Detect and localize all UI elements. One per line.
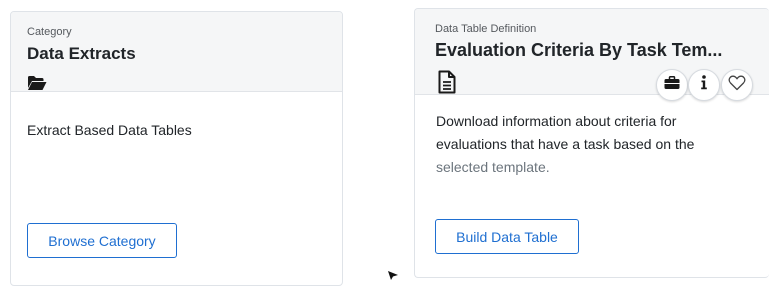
card-title: Data Extracts (27, 44, 136, 63)
favorite-button[interactable] (721, 69, 753, 101)
info-button[interactable] (688, 69, 720, 101)
category-card: Category Data Extracts Extract Based Dat… (10, 11, 343, 286)
info-icon (700, 75, 708, 95)
build-data-table-button[interactable]: Build Data Table (435, 219, 579, 254)
description-line: Download information about criteria for (436, 113, 677, 129)
card-description: Download information about criteria for … (436, 110, 756, 179)
card-kicker: Data Table Definition (435, 23, 537, 35)
briefcase-icon (664, 75, 680, 95)
briefcase-button[interactable] (656, 69, 688, 101)
card-kicker: Category (27, 26, 72, 38)
card-title: Evaluation Criteria By Task Tem... (435, 40, 723, 60)
folder-open-icon (27, 75, 47, 96)
card-description: Extract Based Data Tables (27, 122, 192, 138)
document-icon (438, 70, 456, 99)
description-line: evaluations that have a task based on th… (436, 136, 695, 152)
heart-outline-icon (728, 75, 746, 96)
browse-category-button[interactable]: Browse Category (27, 223, 177, 258)
mouse-cursor-icon (387, 267, 399, 285)
data-table-card: Data Table Definition Evaluation Criteri… (414, 8, 769, 278)
description-line: selected template. (436, 159, 550, 175)
card-header: Category Data Extracts (11, 12, 342, 92)
